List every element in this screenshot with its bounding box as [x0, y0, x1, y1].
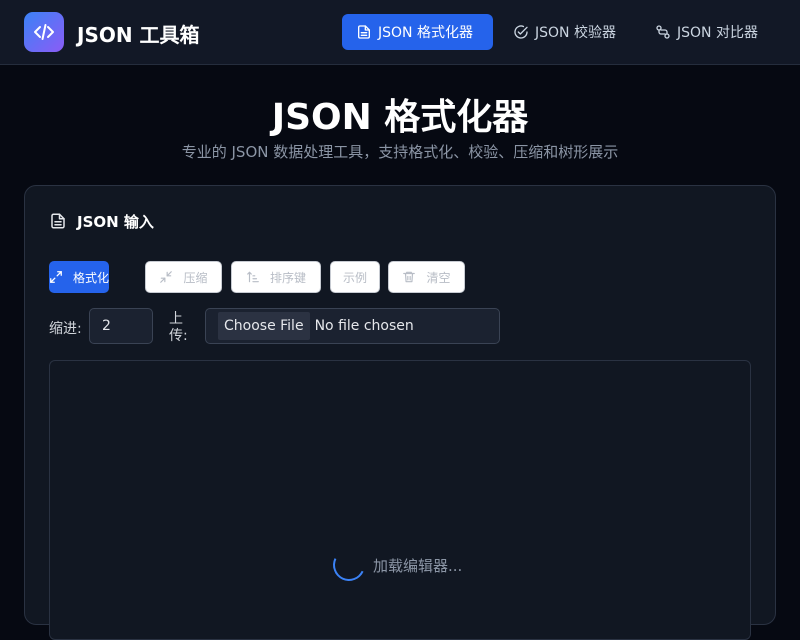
json-editor[interactable]: 加载编辑器...: [49, 360, 751, 640]
nav-label: JSON 校验器: [535, 25, 616, 41]
page-subtitle: 专业的 JSON 数据处理工具，支持格式化、校验、压缩和树形展示: [181, 143, 619, 161]
sort-icon: [247, 271, 259, 283]
nav-label: JSON 格式化器: [378, 25, 473, 41]
nav-json-formatter[interactable]: JSON 格式化器: [342, 14, 493, 50]
nav-json-compare[interactable]: JSON 对比器: [641, 14, 774, 50]
page-title: JSON 格式化器: [271, 97, 529, 138]
editor-loading: 加载编辑器...: [328, 544, 463, 586]
nav-json-validator[interactable]: JSON 校验器: [499, 14, 632, 50]
button-label: 压缩: [183, 270, 208, 285]
button-label: 清空: [426, 270, 451, 285]
app-logo[interactable]: [24, 12, 64, 52]
file-upload-input[interactable]: Choose File No file chosen: [205, 308, 500, 344]
document-icon: [51, 213, 65, 229]
button-label: 排序键: [269, 270, 306, 285]
indent-label: 缩进:: [49, 321, 82, 337]
expand-icon: [50, 271, 62, 283]
loading-spinner-icon: [328, 544, 370, 586]
trash-icon: [403, 271, 416, 283]
choose-file-button[interactable]: Choose File: [218, 312, 310, 340]
file-status: No file chosen: [314, 318, 414, 334]
loading-text: 加载编辑器...: [373, 556, 463, 575]
compress-icon: [160, 271, 173, 283]
app-title: JSON 工具箱: [77, 23, 200, 47]
button-label: 格式化: [72, 270, 109, 285]
indent-input[interactable]: 2: [89, 308, 153, 344]
example-button[interactable]: 示例: [330, 261, 380, 293]
upload-label: 上传:: [169, 311, 188, 344]
format-button[interactable]: 格式化: [49, 261, 109, 293]
button-label: 示例: [342, 270, 367, 285]
compress-button[interactable]: 压缩: [145, 261, 222, 293]
json-input-card: JSON 输入 格式化 压缩 排序键 示例 清空 缩进: 2 上传: Choos…: [24, 185, 776, 640]
card-title: JSON 输入: [77, 212, 154, 231]
card-header: JSON 输入: [49, 210, 154, 232]
code-icon: [34, 24, 54, 40]
app-header: JSON 工具箱 JSON 格式化器 JSON 校验器 JSON 对比器: [0, 0, 800, 65]
nav-label: JSON 对比器: [677, 25, 758, 41]
compare-icon: [656, 25, 670, 39]
clear-button[interactable]: 清空: [388, 261, 465, 293]
check-circle-icon: [514, 25, 528, 39]
sort-keys-button[interactable]: 排序键: [231, 261, 321, 293]
document-icon: [358, 25, 370, 39]
